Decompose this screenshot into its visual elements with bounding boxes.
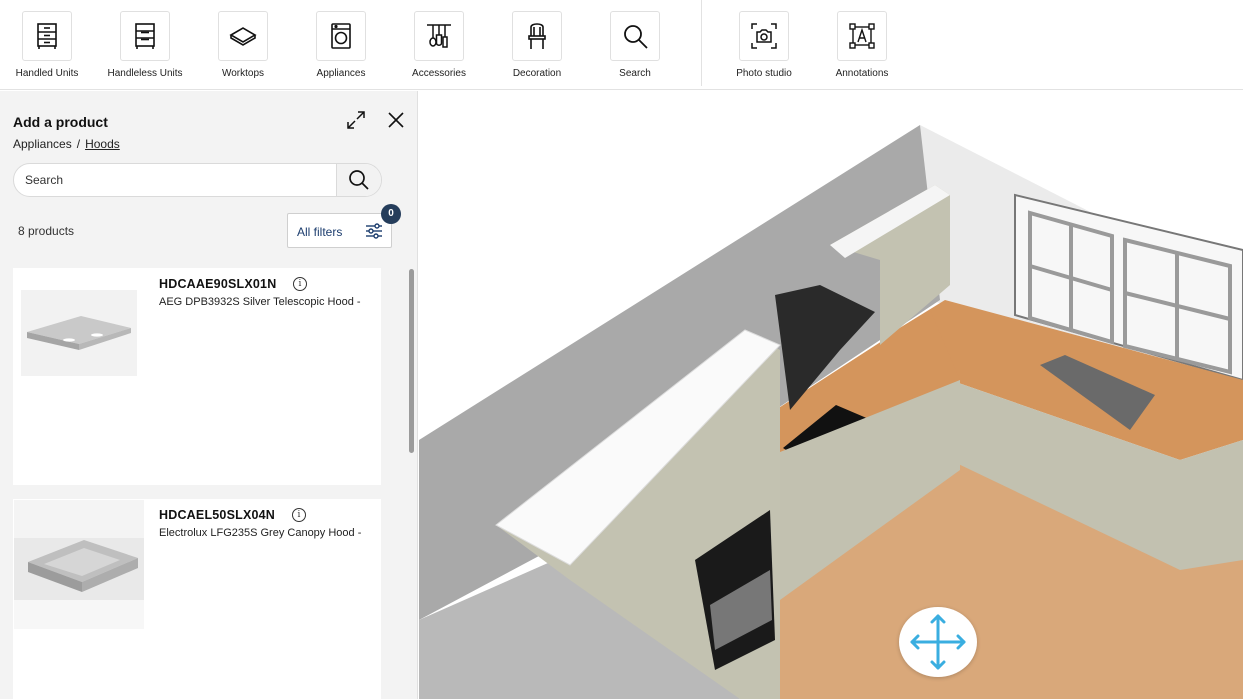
toolbar-label: Photo studio (736, 68, 792, 79)
add-product-panel: Add a product Appliances / Hoods 8 product… (0, 91, 418, 699)
camera-icon (739, 11, 789, 61)
washing-machine-icon (316, 11, 366, 61)
search-icon (349, 170, 369, 190)
close-icon[interactable] (383, 107, 409, 133)
filters-label: All filters (297, 225, 343, 239)
kitchen-3d-scene (419, 125, 1243, 699)
product-list: HDCAAE90SLX01N i AEG DPB3932S Silver Tel… (0, 268, 405, 699)
panel-title: Add a product (13, 114, 108, 130)
search-input[interactable] (14, 164, 338, 196)
toolbar-photo-studio[interactable]: Photo studio (715, 11, 813, 79)
product-card[interactable]: HDCAAE90SLX01N i AEG DPB3932S Silver Tel… (13, 268, 381, 485)
utensils-icon (414, 11, 464, 61)
product-sku: HDCAAE90SLX01N (159, 277, 277, 291)
handleless-units-icon (120, 11, 170, 61)
search-box (13, 163, 382, 197)
toolbar-label: Handleless Units (107, 68, 183, 79)
kitchen-3d-viewport[interactable] (419, 91, 1243, 699)
toolbar-handleless-units[interactable]: Handleless Units (96, 11, 194, 79)
filters-count-badge: 0 (381, 204, 401, 224)
search-icon (610, 11, 660, 61)
toolbar-label: Decoration (512, 68, 562, 79)
breadcrumb-current[interactable]: Hoods (85, 137, 120, 151)
toolbar-label: Appliances (316, 68, 366, 79)
product-description: AEG DPB3932S Silver Telescopic Hood - (159, 296, 361, 308)
toolbar-label: Handled Units (15, 68, 79, 79)
breadcrumb-parent[interactable]: Appliances (13, 137, 72, 151)
breadcrumb-separator: / (76, 137, 81, 151)
toolbar-label: Worktops (221, 68, 265, 79)
toolbar-search[interactable]: Search (586, 11, 684, 79)
toolbar-appliances[interactable]: Appliances (292, 11, 390, 79)
search-button[interactable] (336, 164, 381, 196)
product-image (14, 500, 144, 629)
product-card[interactable]: HDCAEL50SLX04N i Electrolux LFG235S Grey… (13, 499, 381, 699)
product-image (21, 290, 137, 376)
chair-icon (512, 11, 562, 61)
toolbar-accessories[interactable]: Accessories (390, 11, 488, 79)
toolbar-divider (701, 0, 702, 86)
toolbar-handled-units[interactable]: Handled Units (0, 11, 96, 79)
toolbar-label: Annotations (835, 68, 889, 79)
move-arrows-icon (910, 614, 966, 670)
handled-units-icon (22, 11, 72, 61)
worktop-icon (218, 11, 268, 61)
info-icon[interactable]: i (293, 277, 307, 291)
toolbar-decoration[interactable]: Decoration (488, 11, 586, 79)
top-toolbar: Handled Units Handleless Units Worktops … (0, 0, 1243, 90)
toolbar-annotations[interactable]: Annotations (813, 11, 911, 79)
annotation-icon (837, 11, 887, 61)
info-icon[interactable]: i (292, 508, 306, 522)
toolbar-label: Search (619, 68, 651, 79)
product-count: 8 products (18, 224, 75, 238)
move-view-button[interactable] (899, 607, 977, 677)
product-description: Electrolux LFG235S Grey Canopy Hood - (159, 527, 362, 539)
expand-icon[interactable] (343, 107, 369, 133)
breadcrumb: Appliances / Hoods (13, 137, 120, 151)
all-filters-button[interactable]: All filters (287, 213, 392, 248)
sliders-icon (365, 222, 383, 245)
toolbar-worktops[interactable]: Worktops (194, 11, 292, 79)
product-sku: HDCAEL50SLX04N (159, 508, 276, 522)
scrollbar-thumb[interactable] (409, 269, 414, 453)
toolbar-label: Accessories (412, 68, 466, 79)
